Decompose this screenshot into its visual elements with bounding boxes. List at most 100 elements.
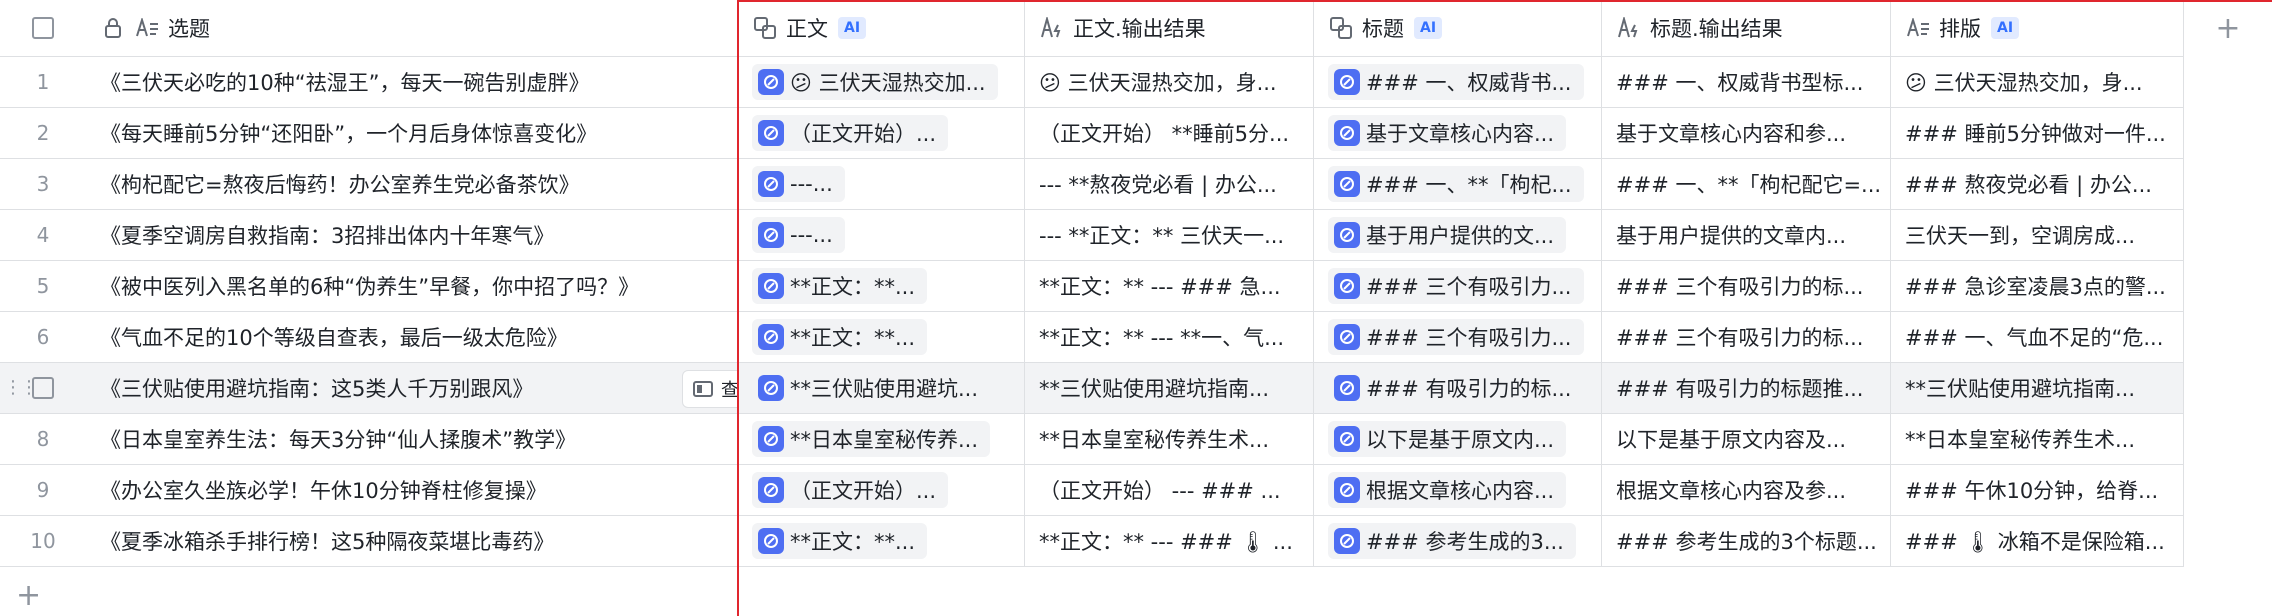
topic-cell[interactable]: 《三伏天必吃的10种“祛湿王”，每天一碗告别虚胖》 bbox=[86, 57, 738, 107]
column-header-body[interactable]: 正文 AI bbox=[738, 0, 1025, 56]
layout-cell[interactable]: **三伏贴使用避坑指南... bbox=[1891, 363, 2184, 413]
title-output-cell[interactable]: ### 三个有吸引力的标... bbox=[1602, 312, 1891, 362]
table-row[interactable]: 5 《被中医列入黑名单的6种“伪养生”早餐，你中招了吗？》 **正文：**... **… bbox=[0, 261, 2184, 312]
column-header-title-output[interactable]: 标题.输出结果 bbox=[1602, 0, 1891, 56]
table-row[interactable]: 3 《枸杞配它=熬夜后悔药！办公室养生党必备茶饮》 ---... --- **熬夜党必… bbox=[0, 159, 2184, 210]
table-row[interactable]: 1 《三伏天必吃的10种“祛湿王”，每天一碗告别虚胖》 😕 三伏天湿热交加... 😕 … bbox=[0, 57, 2184, 108]
add-column-button[interactable]: + bbox=[2184, 0, 2272, 57]
view-record-button[interactable]: 查看 bbox=[682, 370, 737, 408]
body-output-cell[interactable]: **正文：** --- ### 急... bbox=[1025, 261, 1314, 311]
body-output-cell[interactable]: --- **熬夜党必看 | 办公... bbox=[1025, 159, 1314, 209]
ai-result-chip[interactable]: **日本皇室秘传养... bbox=[752, 421, 991, 457]
table-row[interactable]: 10 《夏季冰箱杀手排行榜！这5种隔夜菜堪比毒药》 **正文：**... **正文：*… bbox=[0, 516, 2184, 567]
ai-result-chip[interactable]: （正文开始）... bbox=[752, 472, 949, 508]
topic-cell[interactable]: 《气血不足的10个等级自查表，最后一级太危险》 bbox=[86, 312, 738, 362]
layout-cell[interactable]: ### 🌡 冰箱不是保险箱... bbox=[1891, 516, 2184, 566]
column-header-body-output[interactable]: 正文.输出结果 bbox=[1025, 0, 1314, 56]
title-output-cell[interactable]: ### 一、权威背书型标... bbox=[1602, 57, 1891, 107]
topic-cell[interactable]: 《夏季冰箱杀手排行榜！这5种隔夜菜堪比毒药》 bbox=[86, 516, 738, 566]
ai-result-chip[interactable]: ---... bbox=[752, 166, 845, 202]
drag-handle-icon[interactable]: ⋮⋮ bbox=[4, 377, 38, 398]
column-header-topic[interactable]: 选题 bbox=[86, 0, 738, 56]
title-output-cell[interactable]: ### 三个有吸引力的标... bbox=[1602, 261, 1891, 311]
topic-cell[interactable]: 《三伏贴使用避坑指南：这5类人千万别跟风》查看+ bbox=[86, 363, 738, 413]
title-output-cell[interactable]: 根据文章核心内容及参... bbox=[1602, 465, 1891, 515]
title-cell[interactable]: 以下是基于原文内... bbox=[1314, 414, 1602, 464]
body-cell[interactable]: （正文开始）... bbox=[738, 465, 1025, 515]
body-cell[interactable]: ---... bbox=[738, 210, 1025, 260]
ai-result-chip[interactable]: 基于用户提供的文... bbox=[1328, 217, 1567, 253]
ai-result-chip[interactable]: **三伏贴使用避坑... bbox=[752, 370, 991, 406]
title-cell[interactable]: ### 一、权威背书... bbox=[1314, 57, 1602, 107]
title-output-cell[interactable]: ### 有吸引力的标题推... bbox=[1602, 363, 1891, 413]
topic-cell[interactable]: 《被中医列入黑名单的6种“伪养生”早餐，你中招了吗？》 bbox=[86, 261, 738, 311]
ai-result-chip[interactable]: （正文开始）... bbox=[752, 115, 949, 151]
ai-result-chip[interactable]: 根据文章核心内容... bbox=[1328, 472, 1567, 508]
title-output-cell[interactable]: ### 一、**「枸杞配它=... bbox=[1602, 159, 1891, 209]
title-cell[interactable]: 基于用户提供的文... bbox=[1314, 210, 1602, 260]
body-output-cell[interactable]: **三伏贴使用避坑指南... bbox=[1025, 363, 1314, 413]
title-cell[interactable]: 根据文章核心内容... bbox=[1314, 465, 1602, 515]
column-header-title[interactable]: 标题 AI bbox=[1314, 0, 1602, 56]
body-output-cell[interactable]: （正文开始） **睡前5分... bbox=[1025, 108, 1314, 158]
table-row[interactable]: ⋮⋮ 《三伏贴使用避坑指南：这5类人千万别跟风》查看+ **三伏贴使用避坑... **… bbox=[0, 363, 2184, 414]
row-select-cell[interactable]: ⋮⋮ bbox=[0, 363, 86, 413]
title-output-cell[interactable]: 以下是基于原文内容及... bbox=[1602, 414, 1891, 464]
column-header-layout[interactable]: 排版 AI bbox=[1891, 0, 2184, 56]
body-cell[interactable]: **正文：**... bbox=[738, 261, 1025, 311]
ai-result-chip[interactable]: **正文：**... bbox=[752, 319, 928, 355]
body-output-cell[interactable]: **正文：** --- ### 🌡 ... bbox=[1025, 516, 1314, 566]
body-output-cell[interactable]: （正文开始） --- ### ... bbox=[1025, 465, 1314, 515]
body-cell[interactable]: ---... bbox=[738, 159, 1025, 209]
title-cell[interactable]: ### 一、**「枸杞... bbox=[1314, 159, 1602, 209]
ai-result-chip[interactable]: ### 三个有吸引力... bbox=[1328, 319, 1584, 355]
ai-result-chip[interactable]: ### 有吸引力的标... bbox=[1328, 370, 1584, 406]
table-row[interactable]: 9 《办公室久坐族必学！午休10分钟脊柱修复操》 （正文开始）... （正文开始） -… bbox=[0, 465, 2184, 516]
body-cell[interactable]: **日本皇室秘传养... bbox=[738, 414, 1025, 464]
table-row[interactable]: 6 《气血不足的10个等级自查表，最后一级太危险》 **正文：**... **正文：*… bbox=[0, 312, 2184, 363]
layout-cell[interactable]: ### 急诊室凌晨3点的警... bbox=[1891, 261, 2184, 311]
ai-result-chip[interactable]: ### 一、**「枸杞... bbox=[1328, 166, 1584, 202]
ai-result-chip[interactable]: 基于文章核心内容... bbox=[1328, 115, 1567, 151]
title-cell[interactable]: ### 三个有吸引力... bbox=[1314, 312, 1602, 362]
table-row[interactable]: 2 《每天睡前5分钟“还阳卧”，一个月后身体惊喜变化》 （正文开始）... （正文开始… bbox=[0, 108, 2184, 159]
body-output-cell[interactable]: --- **正文：** 三伏天一... bbox=[1025, 210, 1314, 260]
layout-cell[interactable]: 😕 三伏天湿热交加，身... bbox=[1891, 57, 2184, 107]
ai-result-chip[interactable]: ### 参考生成的3... bbox=[1328, 523, 1576, 559]
body-output-cell[interactable]: **正文：** --- **一、气... bbox=[1025, 312, 1314, 362]
body-output-cell[interactable]: 😕 三伏天湿热交加，身... bbox=[1025, 57, 1314, 107]
title-output-cell[interactable]: 基于文章核心内容和参... bbox=[1602, 108, 1891, 158]
layout-cell[interactable]: ### 午休10分钟，给脊... bbox=[1891, 465, 2184, 515]
body-output-cell[interactable]: **日本皇室秘传养生术... bbox=[1025, 414, 1314, 464]
ai-result-chip[interactable]: **正文：**... bbox=[752, 268, 928, 304]
ai-result-chip[interactable]: ### 一、权威背书... bbox=[1328, 64, 1584, 100]
body-cell[interactable]: **正文：**... bbox=[738, 516, 1025, 566]
ai-result-chip[interactable]: **正文：**... bbox=[752, 523, 928, 559]
table-row[interactable]: 4 《夏季空调房自救指南：3招排出体内十年寒气》 ---... --- **正文：**… bbox=[0, 210, 2184, 261]
body-cell[interactable]: **三伏贴使用避坑... bbox=[738, 363, 1025, 413]
topic-cell[interactable]: 《每天睡前5分钟“还阳卧”，一个月后身体惊喜变化》 bbox=[86, 108, 738, 158]
layout-cell[interactable]: ### 一、气血不足的“危... bbox=[1891, 312, 2184, 362]
title-cell[interactable]: 基于文章核心内容... bbox=[1314, 108, 1602, 158]
title-cell[interactable]: ### 参考生成的3... bbox=[1314, 516, 1602, 566]
layout-cell[interactable]: **日本皇室秘传养生术... bbox=[1891, 414, 2184, 464]
topic-cell[interactable]: 《夏季空调房自救指南：3招排出体内十年寒气》 bbox=[86, 210, 738, 260]
select-all-cell[interactable] bbox=[0, 0, 86, 56]
title-output-cell[interactable]: ### 参考生成的3个标题... bbox=[1602, 516, 1891, 566]
body-cell[interactable]: **正文：**... bbox=[738, 312, 1025, 362]
title-cell[interactable]: ### 有吸引力的标... bbox=[1314, 363, 1602, 413]
body-cell[interactable]: （正文开始）... bbox=[738, 108, 1025, 158]
ai-result-chip[interactable]: 😕 三伏天湿热交加... bbox=[752, 64, 998, 100]
add-row-button[interactable]: + bbox=[16, 578, 41, 613]
table-row[interactable]: 8 《日本皇室养生法：每天3分钟“仙人揉腹术”教学》 **日本皇室秘传养... **日… bbox=[0, 414, 2184, 465]
topic-cell[interactable]: 《日本皇室养生法：每天3分钟“仙人揉腹术”教学》 bbox=[86, 414, 738, 464]
topic-cell[interactable]: 《办公室久坐族必学！午休10分钟脊柱修复操》 bbox=[86, 465, 738, 515]
body-cell[interactable]: 😕 三伏天湿热交加... bbox=[738, 57, 1025, 107]
ai-result-chip[interactable]: ### 三个有吸引力... bbox=[1328, 268, 1584, 304]
select-all-checkbox[interactable] bbox=[32, 17, 54, 39]
layout-cell[interactable]: ### 睡前5分钟做对一件... bbox=[1891, 108, 2184, 158]
layout-cell[interactable]: 三伏天一到，空调房成... bbox=[1891, 210, 2184, 260]
title-output-cell[interactable]: 基于用户提供的文章内... bbox=[1602, 210, 1891, 260]
layout-cell[interactable]: ### 熬夜党必看 | 办公... bbox=[1891, 159, 2184, 209]
ai-result-chip[interactable]: ---... bbox=[752, 217, 845, 253]
